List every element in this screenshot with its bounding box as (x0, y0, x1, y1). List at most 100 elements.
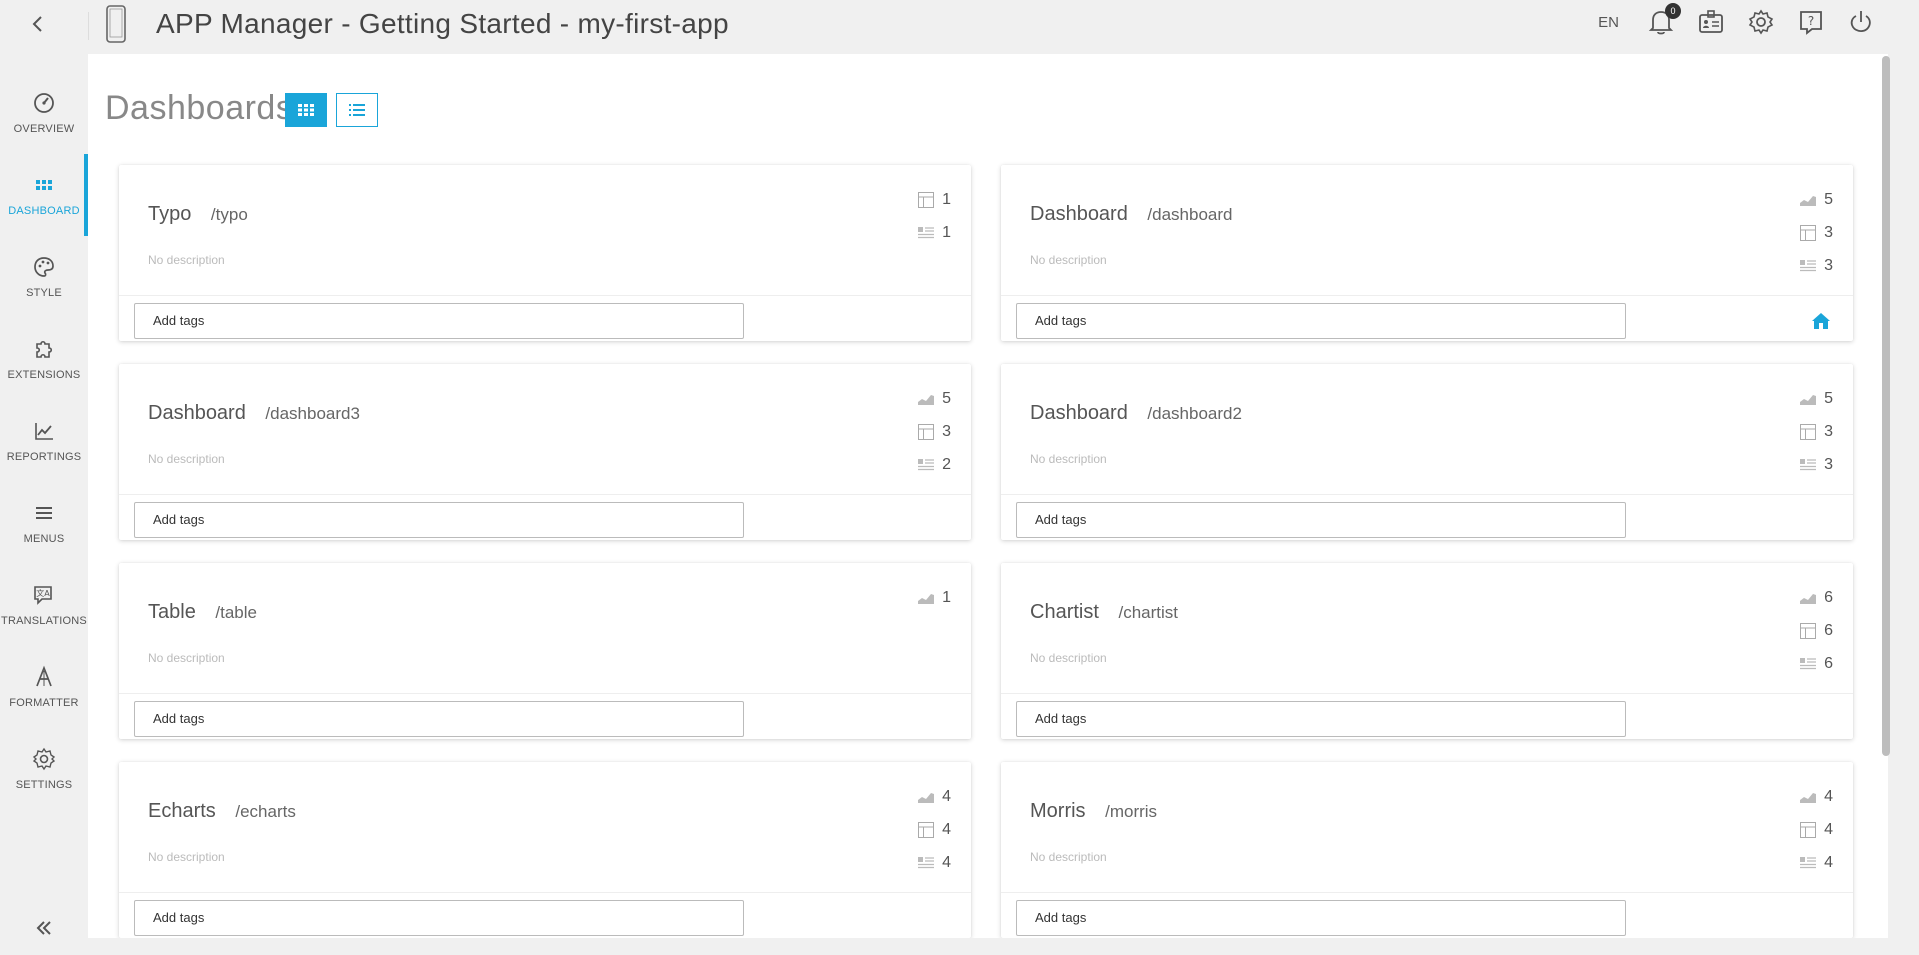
dashboard-card[interactable]: Echarts /echarts No description 4 4 4 Add … (119, 762, 971, 938)
dashboard-card[interactable]: Typo /typo No description 11 Add tags (119, 165, 971, 341)
help-button[interactable]: ? (1797, 8, 1825, 36)
add-tags-input[interactable]: Add tags (1016, 303, 1626, 339)
divider (119, 295, 971, 296)
power-icon (1850, 11, 1871, 32)
tables-count-value: 3 (1824, 223, 1833, 241)
tables-count: 1 (891, 183, 951, 216)
dashboard-name: Echarts (148, 800, 216, 822)
sidebar-item-overview[interactable]: OVERVIEW (0, 72, 88, 154)
dashboard-stats: 5 3 2 (891, 382, 951, 481)
dashboard-description: No description (1030, 253, 1107, 267)
dashboard-description: No description (148, 850, 225, 864)
charts-count-value: 6 (1824, 588, 1833, 606)
text-block-icon (918, 458, 935, 470)
texts-count-value: 2 (942, 455, 951, 473)
dashboard-path: /dashboard2 (1147, 404, 1242, 423)
collapse-sidebar-icon[interactable] (32, 916, 56, 940)
list-icon (349, 104, 365, 116)
tables-count-value: 3 (1824, 422, 1833, 440)
sidebar-item-label: MENUS (23, 533, 65, 545)
add-tags-input[interactable]: Add tags (134, 502, 744, 538)
sidebar-item-dashboard[interactable]: DASHBOARD (0, 154, 88, 236)
add-tags-input[interactable]: Add tags (1016, 701, 1626, 737)
sidebar-item-label: EXTENSIONS (7, 369, 81, 381)
dashboard-description: No description (148, 452, 225, 466)
charts-count-value: 5 (1824, 190, 1833, 208)
dashboard-title[interactable]: Dashboard /dashboard (1030, 203, 1232, 226)
sidebar-item-reportings[interactable]: REPORTINGS (0, 400, 88, 482)
dashboard-stats: 1 (891, 581, 951, 614)
dashboard-path: /typo (210, 205, 248, 224)
dashboard-name: Dashboard (148, 402, 246, 424)
sidebar-item-formatter[interactable]: FORMATTER (0, 646, 88, 728)
sidebar-item-extensions[interactable]: EXTENSIONS (0, 318, 88, 400)
dashboard-card[interactable]: Chartist /chartist No description 6 6 6 Ad… (1001, 563, 1853, 739)
gear-icon (1748, 9, 1774, 35)
dashboard-title[interactable]: Chartist /chartist (1030, 601, 1178, 624)
text-block-icon (1800, 856, 1817, 868)
tables-count-value: 1 (942, 190, 951, 208)
add-tags-input[interactable]: Add tags (134, 701, 744, 737)
sidebar-item-translations[interactable]: 文A TRANSLATIONS (0, 564, 88, 646)
dashboard-card[interactable]: Table /table No description 1 Add tags (119, 563, 971, 739)
dashboard-description: No description (1030, 651, 1107, 665)
dashboard-title[interactable]: Typo /typo (148, 203, 248, 226)
line-chart-icon (35, 423, 53, 440)
area-chart-icon (1800, 195, 1817, 206)
add-tags-input[interactable]: Add tags (1016, 502, 1626, 538)
tables-count-value: 4 (1824, 820, 1833, 838)
dashboard-stats: 6 6 6 (1773, 581, 1833, 680)
puzzle-icon (36, 340, 53, 358)
texts-count: 4 (1773, 846, 1833, 879)
language-selector[interactable]: EN (1598, 14, 1619, 31)
main-content: Dashboards Typo /typo No description 11 (88, 54, 1888, 938)
dashboard-title[interactable]: Table /table (148, 601, 257, 624)
charts-count-value: 1 (942, 588, 951, 606)
sidebar-item-label: DASHBOARD (8, 205, 80, 217)
table-icon (1800, 423, 1817, 440)
palette-icon (34, 257, 54, 277)
grid-view-button[interactable] (285, 93, 327, 127)
notifications-button[interactable]: 0 (1647, 3, 1681, 36)
dashboard-stats: 5 3 3 (1773, 183, 1833, 282)
charts-count-value: 4 (942, 787, 951, 805)
add-tags-input[interactable]: Add tags (134, 303, 744, 339)
dashboard-card[interactable]: Dashboard /dashboard2 No description 5 3 3… (1001, 364, 1853, 540)
back-arrow-icon[interactable] (26, 12, 50, 36)
sidebar-item-label: SETTINGS (15, 779, 73, 791)
scrollbar[interactable] (1882, 56, 1890, 756)
logout-button[interactable] (1847, 8, 1875, 36)
tables-count: 3 (1773, 415, 1833, 448)
dashboard-path: /echarts (235, 802, 296, 821)
id-card-button[interactable] (1697, 8, 1725, 36)
settings-button[interactable] (1747, 8, 1775, 36)
dashboard-card[interactable]: Dashboard /dashboard No description 533 … (1001, 165, 1853, 341)
charts-count-value: 5 (942, 389, 951, 407)
dashboard-title[interactable]: Dashboard /dashboard3 (148, 402, 360, 425)
divider (119, 892, 971, 893)
dashboard-title[interactable]: Morris /morris (1030, 800, 1157, 823)
sidebar-item-style[interactable]: STYLE (0, 236, 88, 318)
charts-count: 5 (1773, 382, 1833, 415)
sidebar: OVERVIEW DASHBOARD STYLE EXTENSIONS REPO… (0, 54, 88, 955)
dashboard-card[interactable]: Dashboard /dashboard3 No description 5 3 2… (119, 364, 971, 540)
dashboard-title[interactable]: Echarts /echarts (148, 800, 296, 823)
header-actions: EN 0 ? (1598, 3, 1875, 36)
sidebar-item-label: OVERVIEW (13, 123, 75, 135)
add-tags-input[interactable]: Add tags (134, 900, 744, 936)
text-block-icon (1800, 458, 1817, 470)
sidebar-item-menus[interactable]: MENUS (0, 482, 88, 564)
dashboard-card[interactable]: Morris /morris No description 4 4 4 Add ta… (1001, 762, 1853, 938)
texts-count: 6 (1773, 647, 1833, 680)
list-view-button[interactable] (336, 93, 378, 127)
home-icon[interactable] (1811, 311, 1831, 331)
sidebar-item-settings[interactable]: SETTINGS (0, 728, 88, 810)
area-chart-icon (918, 394, 935, 405)
top-bar: APP Manager - Getting Started - my-first… (0, 0, 1919, 54)
add-tags-input[interactable]: Add tags (1016, 900, 1626, 936)
dashboard-description: No description (148, 651, 225, 665)
gauge-icon (34, 93, 54, 113)
tables-count: 4 (1773, 813, 1833, 846)
sidebar-item-label: REPORTINGS (6, 451, 82, 463)
dashboard-title[interactable]: Dashboard /dashboard2 (1030, 402, 1242, 425)
